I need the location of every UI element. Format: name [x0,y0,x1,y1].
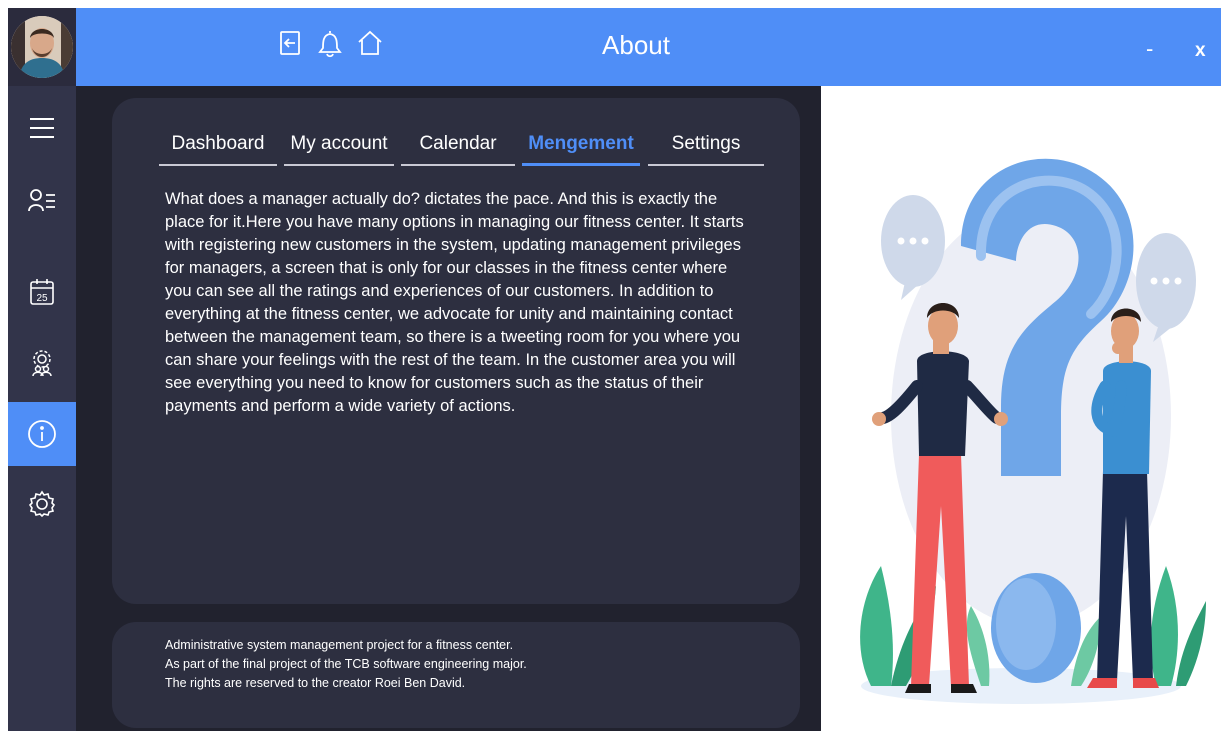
info-icon [28,420,56,448]
user-list-icon [28,189,55,212]
footer-line: The rights are reserved to the creator R… [165,676,466,690]
avatar[interactable] [8,8,76,86]
menu-icon [30,118,54,138]
sidebar-item-settings[interactable] [8,472,76,536]
question-illustration [860,158,1206,704]
main-panel: Dashboard My account Calendar Mengement … [76,86,821,731]
minimize-button[interactable]: - [1146,36,1153,62]
about-card: Dashboard My account Calendar Mengement … [112,98,800,604]
sidebar-item-users[interactable] [8,168,76,232]
calendar-icon: 25 [30,279,54,305]
title-bar: About - x [76,8,1221,86]
tab-bar: Dashboard My account Calendar Mengement … [159,126,772,166]
gear-icon [28,490,56,518]
top-icon-group [274,26,386,60]
tab-calendar[interactable]: Calendar [401,126,515,166]
sidebar-item-menu[interactable] [8,96,76,160]
footer-card: Administrative system management project… [112,622,800,728]
about-description: What does a manager actually do? dictate… [165,190,744,415]
page-title: About [602,30,670,60]
user-gear-icon [32,350,52,377]
close-button[interactable]: x [1195,40,1206,62]
sidebar-item-about[interactable] [8,402,76,466]
calendar-day-text: 25 [36,293,48,304]
avatar-photo [11,16,73,78]
logout-icon[interactable] [274,26,306,60]
illustration-panel [821,86,1221,731]
tab-settings[interactable]: Settings [648,126,764,166]
app-window: About - x 25 Dashboard My account Calend… [8,8,1221,731]
sidebar-item-calendar[interactable]: 25 [8,260,76,324]
sidebar: 25 [8,86,76,731]
bell-icon[interactable] [314,26,346,60]
footer-line: As part of the final project of the TCB … [165,657,527,671]
tab-dashboard[interactable]: Dashboard [159,126,277,166]
sidebar-item-managers[interactable] [8,330,76,394]
tab-my-account[interactable]: My account [284,126,394,166]
home-icon[interactable] [354,26,386,60]
footer-line: Administrative system management project… [165,638,514,652]
tab-mengement[interactable]: Mengement [522,126,640,166]
